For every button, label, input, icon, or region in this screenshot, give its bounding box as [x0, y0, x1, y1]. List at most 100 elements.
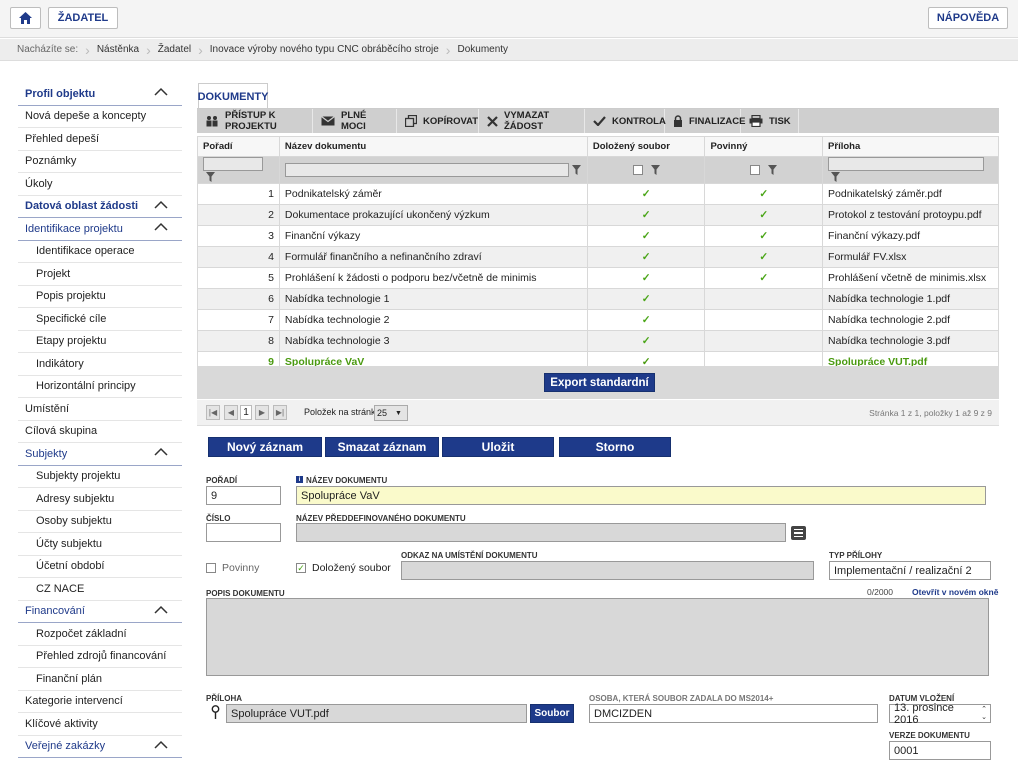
sidebar-item[interactable]: Umístění [18, 398, 182, 421]
cancel-button[interactable]: Storno [559, 437, 671, 457]
chevron-up-icon[interactable] [154, 605, 168, 614]
table-row[interactable]: 1 Podnikatelský záměr ✓ ✓ Podnikatelský zámě… [197, 183, 999, 205]
dolozeny-checkbox[interactable]: ✓ Doložený soubor [296, 562, 391, 574]
toolbar-button[interactable]: TISK [741, 109, 799, 133]
new-record-button[interactable]: Nový záznam [208, 437, 322, 457]
soubor-button[interactable]: Soubor [530, 704, 574, 723]
filter-icon[interactable] [571, 165, 581, 175]
sidebar-item[interactable]: Profil objektu [18, 83, 182, 106]
help-button[interactable]: NÁPOVĚDA [928, 7, 1008, 29]
sidebar-item[interactable]: Klíčové aktivity [18, 713, 182, 736]
odkaz-field[interactable] [401, 561, 814, 580]
popis-textarea[interactable] [206, 598, 989, 676]
osoba-field[interactable]: DMCIZDEN [589, 704, 878, 723]
open-new-window-link[interactable]: Otevřít v novém okně [912, 587, 998, 597]
applicant-button[interactable]: ŽADATEL [48, 7, 118, 29]
per-page-select[interactable]: 25 ▼ [374, 405, 408, 421]
cislo-field[interactable] [206, 523, 281, 542]
sidebar-item[interactable]: Úkoly [18, 173, 182, 196]
verze-field[interactable]: 0001 [889, 741, 991, 760]
home-button[interactable] [10, 7, 41, 29]
filter-input[interactable] [828, 157, 985, 171]
table-row[interactable]: 2 Dokumentace prokazující ukončený výzkum… [197, 204, 999, 226]
sidebar-item[interactable]: Subjekty projektu [18, 466, 182, 488]
save-button[interactable]: Uložit [442, 437, 554, 457]
chevron-up-icon[interactable] [154, 222, 168, 231]
prev-page-button[interactable]: ◀ [224, 405, 238, 420]
breadcrumb-item[interactable]: Žadatel [151, 44, 198, 55]
current-page[interactable]: 1 [240, 405, 252, 420]
sidebar-item[interactable]: Účty subjektu [18, 533, 182, 556]
sidebar-item[interactable]: Osoby subjektu [18, 511, 182, 533]
breadcrumb-item[interactable]: Nástěnka [90, 44, 146, 55]
sidebar-item[interactable]: Identifikace projektu [18, 218, 182, 241]
filter-input[interactable] [203, 157, 263, 171]
sidebar-item[interactable]: Horizontální principy [18, 376, 182, 398]
first-page-button[interactable]: |◀ [206, 405, 220, 420]
sidebar-item[interactable]: Subjekty [18, 443, 182, 466]
sidebar-item[interactable]: Specifické cíle [18, 308, 182, 331]
filter-checkbox[interactable] [750, 165, 761, 176]
sidebar-item[interactable]: Etapy projektu [18, 331, 182, 353]
filter-icon[interactable] [206, 172, 215, 183]
datum-field[interactable]: 13. prosince 2016 [889, 702, 991, 726]
sidebar-item[interactable]: Veřejné zakázky [18, 736, 182, 758]
sidebar-item[interactable]: Finanční plán [18, 668, 182, 691]
filter-input[interactable] [284, 163, 569, 177]
sidebar-item[interactable]: Cílová skupina [18, 421, 182, 443]
table-row[interactable]: 4 Formulář finančního a nefinančního zdra… [197, 246, 999, 268]
table-row[interactable]: 5 Prohlášení k žádosti o podporu bez/včet… [197, 267, 999, 289]
filter-checkbox[interactable] [632, 165, 643, 176]
chevron-up-icon[interactable] [154, 87, 168, 96]
sidebar-item[interactable]: Poznámky [18, 151, 182, 173]
toolbar-button[interactable]: KOPÍROVAT [397, 109, 479, 133]
breadcrumb-item[interactable]: Inovace výroby nového typu CNC obráběcíh… [203, 44, 446, 55]
sidebar-item[interactable]: Projekt [18, 263, 182, 286]
sidebar-item[interactable]: Kategorie intervencí [18, 691, 182, 713]
date-spinner-icon[interactable]: ⌃ ⌄ [977, 704, 991, 723]
priloha-field[interactable]: Spolupráce VUT.pdf [226, 704, 527, 723]
list-icon[interactable] [791, 526, 806, 540]
sidebar-item[interactable]: Financování [18, 601, 182, 623]
delete-record-button[interactable]: Smazat záznam [325, 437, 439, 457]
toolbar-button[interactable]: KONTROLA [585, 109, 666, 133]
column-header-povinny[interactable]: Povinný [704, 136, 824, 157]
tab-dokumenty[interactable]: DOKUMENTY [198, 83, 268, 109]
sidebar-item[interactable]: Přehled depeší [18, 128, 182, 151]
sidebar-item[interactable]: Rozpočet základní [18, 623, 182, 646]
sidebar-item[interactable]: Indikátory [18, 353, 182, 376]
sidebar-item[interactable]: Účetní období [18, 556, 182, 578]
povinny-checkbox[interactable]: Povinny [206, 562, 259, 574]
filter-icon[interactable] [831, 172, 841, 183]
export-button[interactable]: Export standardní [544, 373, 655, 392]
sidebar-item[interactable]: Nová depeše a koncepty [18, 106, 182, 128]
toolbar-button[interactable]: VYMAZAT ŽÁDOST [479, 109, 585, 133]
toolbar-button[interactable]: PŘÍSTUP K PROJEKTU [197, 109, 313, 133]
sidebar-item[interactable]: Adresy subjektu [18, 488, 182, 511]
column-header-nazev[interactable]: Název dokumentu [278, 136, 588, 157]
typ-field[interactable]: Implementační / realizační 2 [829, 561, 991, 580]
filter-icon[interactable] [650, 165, 660, 176]
sidebar-item[interactable]: Datová oblast žádosti [18, 196, 182, 218]
toolbar-button[interactable]: FINALIZACE [665, 109, 745, 133]
sidebar-item[interactable]: Identifikace operace [18, 241, 182, 263]
predef-field[interactable] [296, 523, 786, 542]
table-row[interactable]: 3 Finanční výkazy ✓ ✓ Finanční výkazy.pdf [197, 225, 999, 247]
sidebar-item[interactable]: Přehled zdrojů financování [18, 646, 182, 668]
poradi-field[interactable]: 9 [206, 486, 281, 505]
last-page-button[interactable]: ▶| [273, 405, 287, 420]
sidebar-item[interactable]: Popis projektu [18, 286, 182, 308]
sidebar-item[interactable]: CZ NACE [18, 578, 182, 601]
column-header-poradi[interactable]: Pořadí [197, 136, 280, 157]
toolbar-button[interactable]: PLNÉ MOCI [313, 109, 397, 133]
table-row[interactable]: 8 Nabídka technologie 3 ✓ Nabídka technolog… [197, 330, 999, 352]
chevron-up-icon[interactable] [154, 740, 168, 749]
nazev-field[interactable]: Spolupráce VaV [296, 486, 986, 505]
table-row[interactable]: 7 Nabídka technologie 2 ✓ Nabídka technolog… [197, 309, 999, 331]
chevron-up-icon[interactable] [154, 200, 168, 209]
chevron-up-icon[interactable] [154, 447, 168, 456]
column-header-dolozeny[interactable]: Doložený soubor [586, 136, 706, 157]
filter-icon[interactable] [768, 165, 778, 176]
column-header-priloha[interactable]: Příloha [822, 136, 999, 157]
table-row[interactable]: 6 Nabídka technologie 1 ✓ Nabídka technolog… [197, 288, 999, 310]
